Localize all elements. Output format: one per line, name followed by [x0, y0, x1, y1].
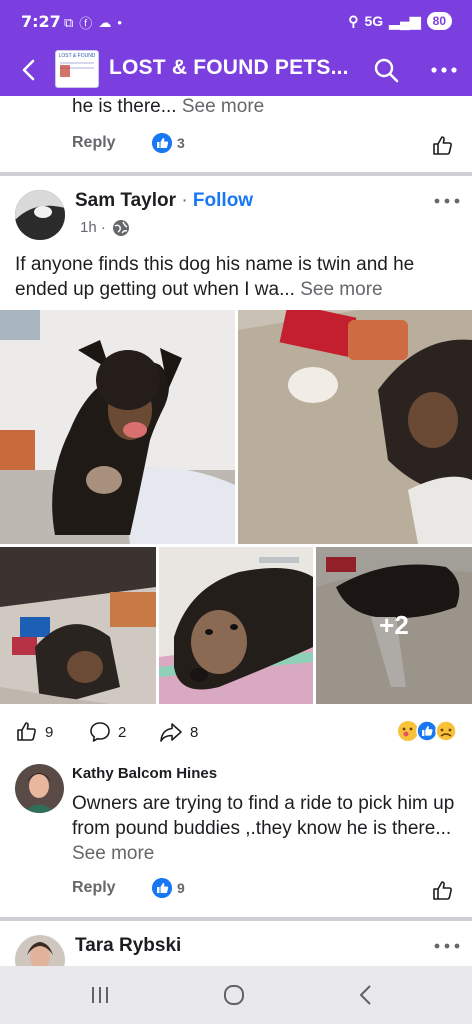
post-photo-5[interactable]: +2	[316, 547, 472, 704]
avatar[interactable]	[15, 764, 64, 813]
comment-body: Owners are trying to find a ride to pick…	[72, 793, 455, 864]
back-arrow-icon[interactable]	[16, 56, 44, 84]
previous-comment-text: he is there... See more	[72, 96, 265, 117]
share-icon	[160, 723, 182, 742]
reactions-icon[interactable]	[396, 719, 462, 743]
dog-photo-sitting	[0, 310, 235, 544]
post-photo-3[interactable]	[0, 547, 156, 704]
post-divider	[0, 172, 472, 176]
like-reaction-icon	[152, 133, 172, 153]
notification-icons: ⧉ ⓕ ☁ •	[64, 13, 122, 32]
comment-like-count: 9	[177, 880, 185, 896]
search-icon[interactable]	[372, 56, 400, 84]
signal-icon: ▂▄▆	[389, 12, 421, 29]
follow-button[interactable]: Follow	[193, 190, 253, 211]
see-more-link[interactable]: See more	[182, 96, 264, 117]
post-body: If anyone finds this dog his name is twi…	[15, 254, 415, 300]
share-action[interactable]: 8	[158, 720, 198, 744]
nav-home-icon[interactable]	[214, 979, 254, 1011]
globe-icon	[113, 220, 129, 236]
network-label: 5G	[364, 13, 384, 29]
group-thumb-text: LOST & FOUND	[58, 53, 96, 59]
like-icon[interactable]	[431, 879, 455, 903]
next-post-author[interactable]: Tara Rybski	[75, 935, 181, 957]
facebook-icon: ⓕ	[79, 16, 93, 31]
comment-author[interactable]: Kathy Balcom Hines	[72, 765, 217, 782]
comment-icon	[90, 722, 110, 742]
post-time: 1h ·	[80, 219, 106, 236]
battery-indicator: 80	[426, 12, 452, 30]
post-author-line: Sam Taylor · Follow	[75, 190, 254, 211]
group-title[interactable]: LOST & FOUND PETS...	[109, 56, 349, 80]
dog-photo-under-table	[0, 547, 156, 704]
post-divider	[0, 917, 472, 921]
post-more-icon[interactable]	[432, 938, 462, 954]
comment-count: 2	[118, 723, 127, 741]
post-more-icon[interactable]	[432, 193, 462, 209]
commenter-avatar-image	[15, 764, 64, 813]
avatar-image	[15, 190, 65, 240]
more-photos-overlay[interactable]: +2	[316, 547, 472, 704]
previous-comment-like-count: 3	[177, 135, 185, 151]
see-more-link[interactable]: See more	[300, 279, 382, 300]
like-icon	[17, 722, 36, 741]
dog-photo-lying	[238, 310, 472, 544]
post-photo-2[interactable]	[238, 310, 472, 544]
dot-icon: •	[117, 15, 122, 30]
group-thumbnail[interactable]: LOST & FOUND	[55, 50, 99, 88]
avatar[interactable]	[15, 190, 65, 240]
like-action[interactable]: 9	[15, 720, 53, 744]
dog-photo-closeup	[159, 547, 313, 704]
location-icon: ⚲	[348, 12, 359, 29]
more-dots-icon[interactable]	[428, 56, 460, 84]
see-more-link[interactable]: See more	[72, 843, 154, 864]
status-right: ⚲ 5G ▂▄▆ 80	[348, 12, 452, 30]
like-icon[interactable]	[431, 134, 455, 158]
status-bar: 7:27 ⧉ ⓕ ☁ • ⚲ 5G ▂▄▆ 80	[0, 0, 472, 44]
system-nav-bar	[0, 966, 472, 1024]
reply-button[interactable]: Reply	[72, 879, 116, 897]
cloud-icon: ☁	[98, 14, 112, 30]
app-header: 7:27 ⧉ ⓕ ☁ • ⚲ 5G ▂▄▆ 80 LOST & FOUND LO…	[0, 0, 472, 96]
share-count: 8	[190, 723, 199, 741]
reply-button[interactable]: Reply	[72, 134, 116, 152]
post-photo-4[interactable]	[159, 547, 313, 704]
like-count: 9	[45, 723, 54, 741]
post-photo-1[interactable]	[0, 310, 235, 544]
post-author[interactable]: Sam Taylor	[75, 190, 176, 211]
status-time: 7:27	[21, 12, 61, 31]
comment-action[interactable]: 2	[88, 720, 126, 744]
like-reaction-icon	[152, 878, 172, 898]
screenshot-icon: ⧉	[64, 14, 74, 30]
nav-recents-icon[interactable]	[80, 979, 120, 1011]
app-bar: LOST & FOUND LOST & FOUND PETS...	[0, 44, 472, 96]
nav-back-icon[interactable]	[346, 979, 386, 1011]
